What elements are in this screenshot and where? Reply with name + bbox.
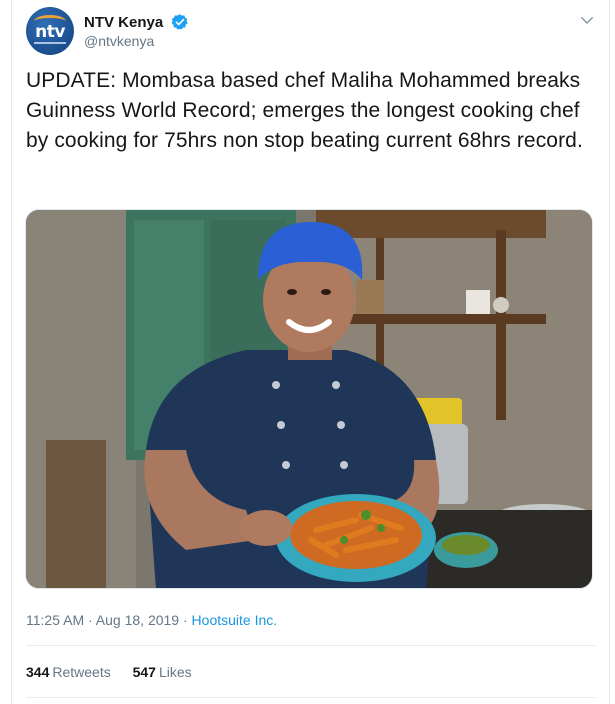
tweet-meta: 11:25 AM · Aug 18, 2019 · Hootsuite Inc.: [26, 612, 277, 628]
chef-photo: [26, 210, 592, 588]
verified-badge-icon: [171, 14, 188, 30]
retweets-count: 344: [26, 664, 50, 680]
tweet-photo[interactable]: [25, 209, 593, 589]
tweet-card: ntv NTV Kenya @ntvkenya UPDATE: Mombasa …: [11, 0, 610, 704]
retweets-stat[interactable]: 344 Retweets: [26, 664, 111, 680]
likes-stat[interactable]: 547 Likes: [133, 664, 192, 680]
divider: [26, 697, 596, 698]
meta-separator: ·: [179, 612, 192, 628]
likes-count: 547: [132, 664, 156, 680]
tweet-time[interactable]: 11:25 AM: [26, 612, 84, 628]
retweets-label: Retweets: [52, 664, 111, 680]
tweet-date[interactable]: Aug 18, 2019: [96, 612, 179, 628]
tweet-source-link[interactable]: Hootsuite Inc.: [192, 612, 278, 628]
avatar-logo-text: ntv: [35, 22, 65, 42]
meta-separator: ·: [84, 612, 96, 628]
logo-underline: [34, 42, 66, 44]
display-name[interactable]: NTV Kenya: [84, 14, 163, 31]
avatar[interactable]: ntv: [26, 7, 74, 55]
tweet-header: ntv NTV Kenya @ntvkenya: [26, 7, 596, 57]
account-names: NTV Kenya @ntvkenya: [84, 13, 189, 49]
divider: [26, 645, 596, 646]
chevron-down-icon[interactable]: [578, 11, 596, 29]
likes-label: Likes: [158, 664, 192, 680]
tweet-stats: 344 Retweets 547 Likes: [26, 664, 210, 680]
tweet-text: UPDATE: Mombasa based chef Maliha Mohamm…: [26, 69, 583, 152]
account-handle[interactable]: @ntvkenya: [84, 33, 189, 49]
